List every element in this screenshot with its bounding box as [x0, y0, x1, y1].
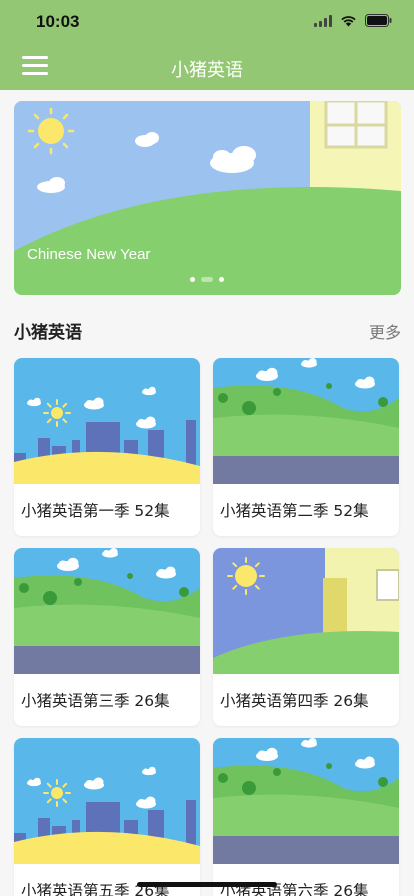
card-label: 小猪英语第一季 52集 [21, 502, 170, 520]
card-label: 小猪英语第二季 52集 [220, 502, 369, 520]
card-label: 小猪英语第四季 26集 [220, 692, 369, 710]
page-title: 小猪英语 [171, 60, 243, 81]
more-link[interactable]: 更多 [369, 319, 401, 343]
thumbnail-image [213, 548, 399, 674]
section-title: 小猪英语 [14, 323, 82, 343]
carousel-dot[interactable] [190, 277, 195, 282]
carousel-dot[interactable] [219, 277, 224, 282]
thumbnail-image [14, 738, 200, 864]
section-header: 小猪英语 更多 [14, 318, 401, 343]
banner-carousel[interactable]: Chinese New Year [14, 101, 401, 295]
season-card[interactable]: 小猪英语第三季 26集 [14, 548, 200, 726]
status-icons [314, 14, 392, 27]
signal-icon [314, 14, 332, 27]
wifi-icon [341, 15, 356, 26]
thumbnail-image [14, 358, 200, 484]
season-card[interactable]: 小猪英语第四季 26集 [213, 548, 399, 726]
banner-illustration [14, 101, 401, 295]
season-card[interactable]: 小猪英语第二季 52集 [213, 358, 399, 536]
thumbnail-image [213, 738, 399, 864]
thumbnail-image [14, 548, 200, 674]
season-card[interactable]: 小猪英语第一季 52集 [14, 358, 200, 536]
status-time: 10:03 [36, 12, 80, 31]
carousel-dots [190, 277, 224, 282]
battery-icon [365, 14, 392, 27]
card-label: 小猪英语第三季 26集 [21, 692, 170, 710]
nav-bar: 小猪英语 [0, 44, 414, 90]
thumbnail-image [213, 358, 399, 484]
banner-caption: Chinese New Year [27, 246, 151, 263]
status-bar: 10:03 [0, 0, 414, 44]
season-card[interactable]: 小猪英语第五季 26集 [14, 738, 200, 896]
carousel-dot-active[interactable] [201, 277, 213, 282]
home-indicator [137, 882, 277, 887]
season-card[interactable]: 小猪英语第六季 26集 [213, 738, 399, 896]
